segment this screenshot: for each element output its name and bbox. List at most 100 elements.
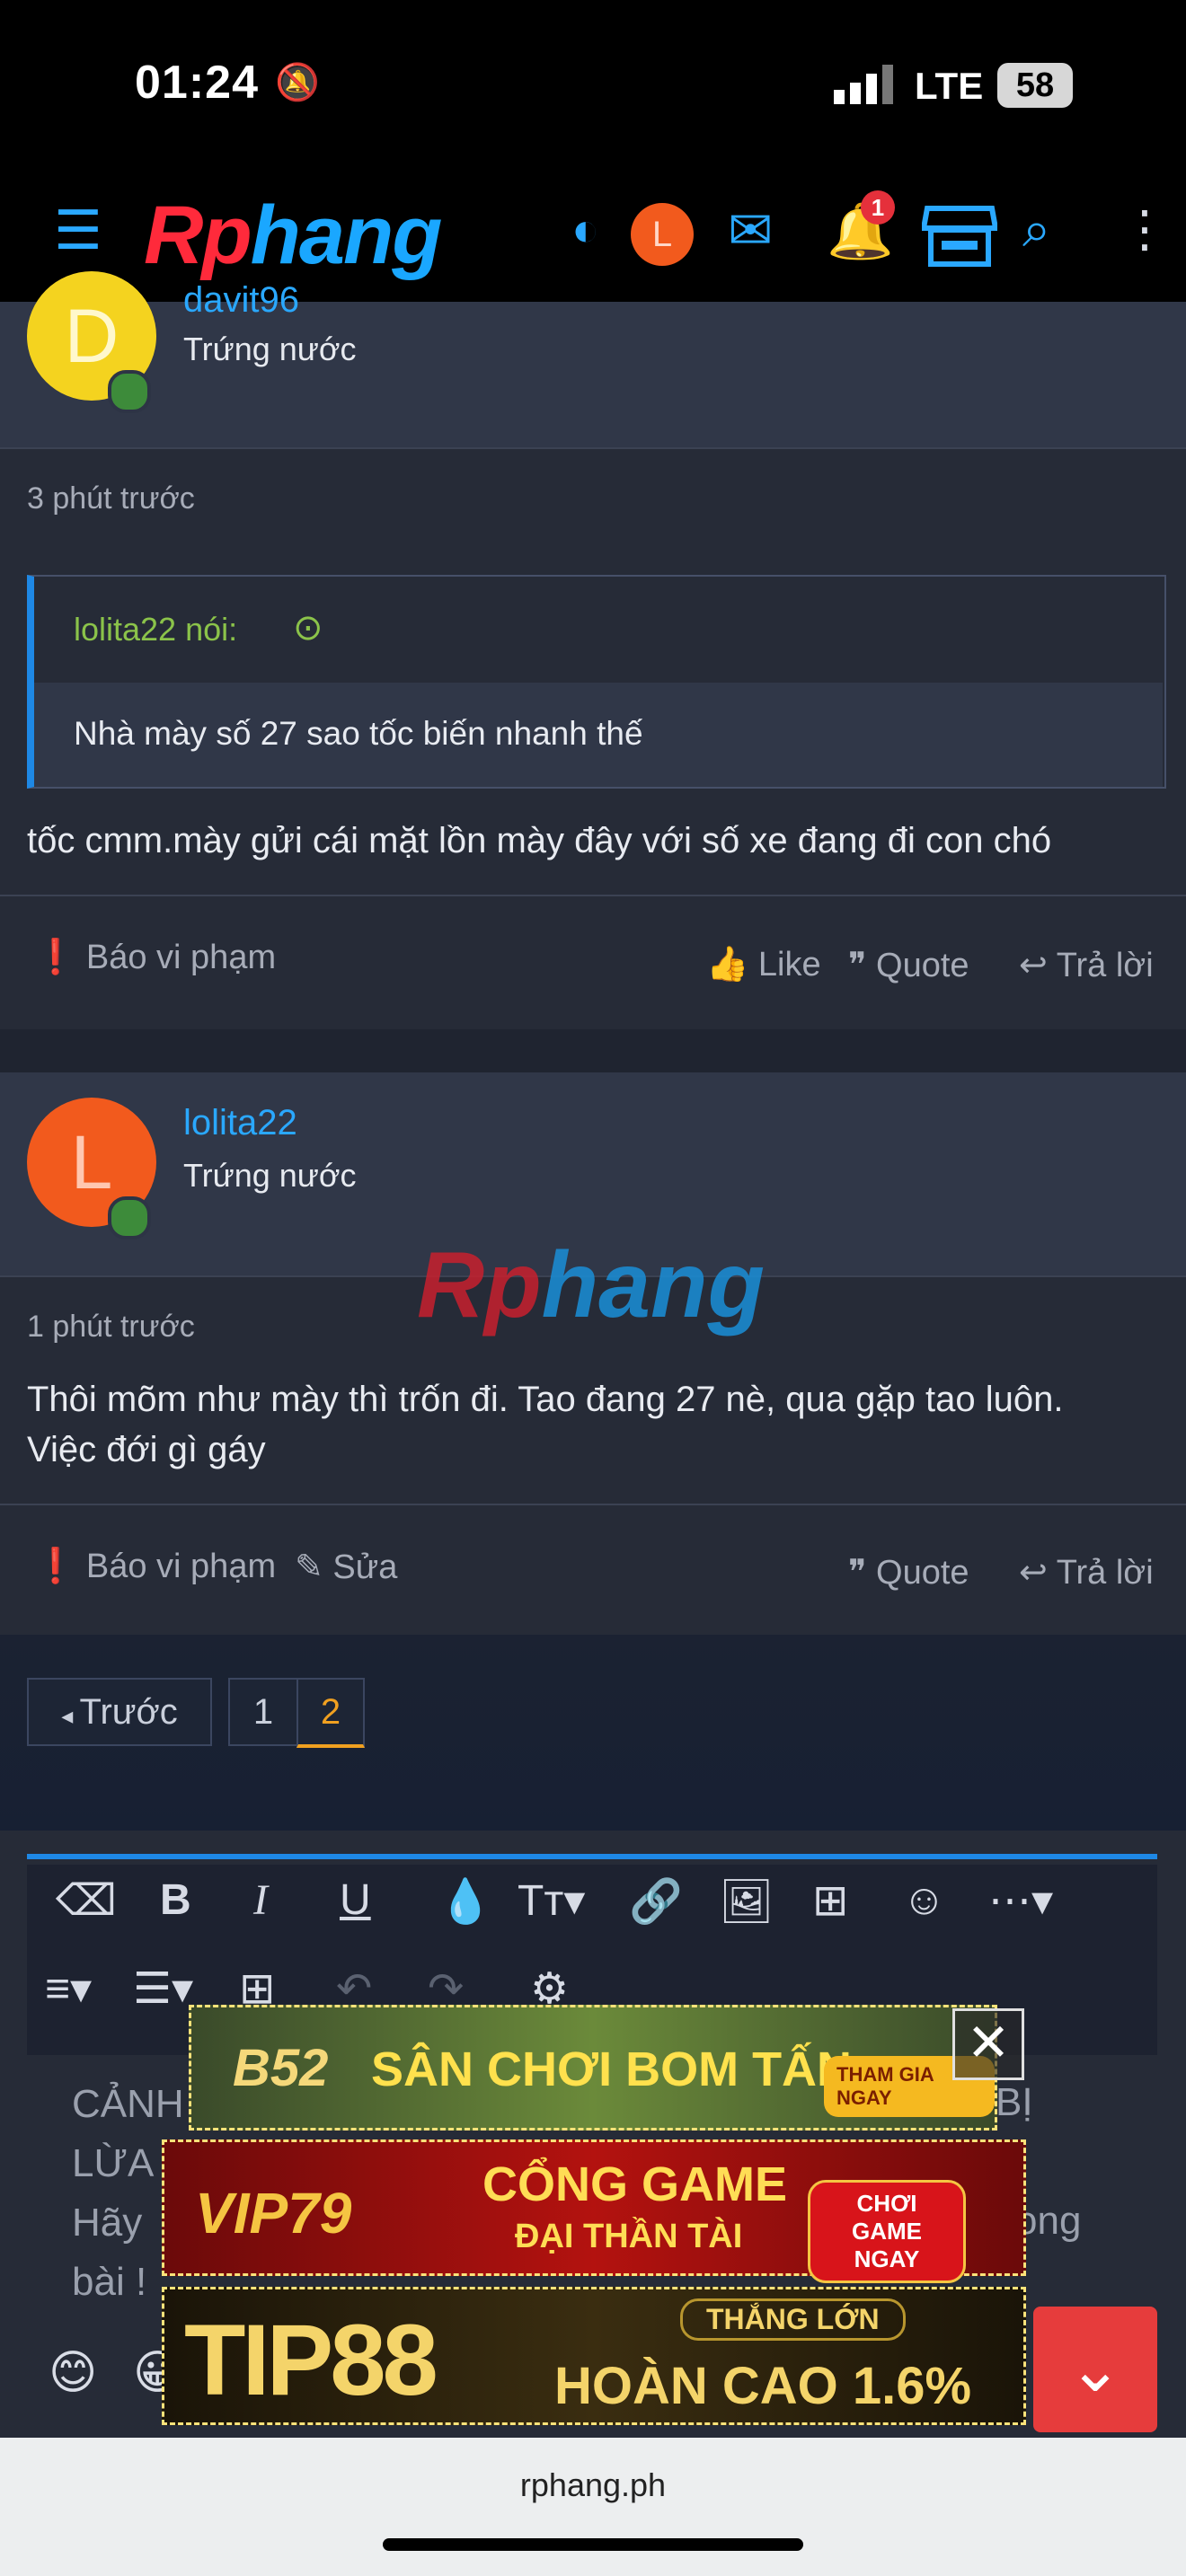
link-icon[interactable]: 🔗 [629, 1875, 683, 1927]
quote-label: Quote [876, 947, 969, 984]
more-vertical-icon[interactable]: ⋮ [1120, 199, 1170, 259]
report-icon: ❗ [34, 939, 86, 976]
ad-banner-tip88[interactable]: TIP88 THẮNG LỚN HOÀN CAO 1.6% [162, 2287, 1026, 2425]
report-button[interactable]: ❗ Báo vi phạm [34, 938, 276, 977]
italic-icon[interactable]: I [253, 1875, 268, 1925]
emoji-icon[interactable]: ☺ [902, 1875, 946, 1925]
pencil-icon: ✎ [295, 1548, 333, 1586]
signal-icon [834, 65, 897, 109]
editor-line: CẢNH [72, 2082, 184, 2126]
reply-icon: ↩ [1019, 947, 1057, 984]
jump-to-quote-icon[interactable]: ⊙ [293, 607, 323, 648]
post-message-line: Thôi mõm như mày thì trốn đi. Tao đang 2… [27, 1380, 1064, 1419]
align-icon[interactable]: ≡▾ [45, 1963, 92, 2014]
page-2-button[interactable]: 2 [296, 1678, 365, 1748]
post-message-line: Việc đới gì gáy [27, 1430, 266, 1469]
report-label: Báo vi phạm [85, 939, 277, 976]
user-rank: Trứng nước [183, 331, 357, 367]
like-label: Like [757, 946, 821, 984]
site-watermark: Rphang [417, 1232, 765, 1339]
ad-tag: THẮNG LỚN [680, 2298, 906, 2341]
logo-part-b: hang [250, 190, 443, 281]
online-status-icon [108, 370, 151, 413]
site-logo[interactable]: Rphang [144, 189, 443, 283]
user-avatar[interactable]: L [631, 203, 694, 266]
post-username[interactable]: davit96 [183, 280, 299, 321]
post-message: tốc cmm.mày gửi cái mặt lồn mày đây với … [27, 821, 1052, 860]
logo-part-a: Rp [144, 190, 252, 281]
prev-label: Trước [79, 1692, 178, 1732]
color-icon[interactable]: 💧 [438, 1875, 492, 1927]
smiley-icon[interactable]: 😊 [49, 2346, 97, 2400]
page-1-button[interactable]: 1 [228, 1678, 298, 1746]
post-username[interactable]: lolita22 [183, 1103, 297, 1143]
bold-icon[interactable]: B [160, 1875, 191, 1925]
quote-author[interactable]: lolita22 nói: [74, 611, 237, 648]
underline-icon[interactable]: U [340, 1875, 371, 1925]
editor-line-end: BỊ [996, 2080, 1033, 2124]
post-timestamp[interactable]: 3 phút trước [27, 481, 195, 516]
reply-label: Trả lời [1056, 947, 1154, 984]
watermark-part-b: hang [541, 1233, 766, 1337]
post-timestamp[interactable]: 1 phút trước [27, 1310, 195, 1345]
like-button[interactable]: 👍 Like [706, 945, 821, 984]
ad-text: ĐẠI THẦN TÀI [515, 2218, 743, 2255]
report-button[interactable]: ❗ Báo vi phạm [34, 1547, 276, 1586]
thumbs-up-icon: 👍 [706, 946, 758, 984]
quote-body: Nhà mày số 27 sao tốc biến nhanh thế [34, 683, 1163, 787]
quote-button[interactable]: ❞ Quote [848, 1552, 969, 1592]
font-size-icon[interactable]: Tт▾ [518, 1875, 585, 1926]
list-icon[interactable]: ☰▾ [133, 1963, 193, 2014]
reply-icon: ↩ [1019, 1554, 1057, 1592]
home-indicator[interactable] [383, 2538, 803, 2551]
divider [0, 447, 1186, 449]
online-status-icon [108, 1196, 151, 1239]
battery-indicator: 58 [997, 63, 1073, 108]
network-type: LTE [915, 65, 984, 107]
reply-button[interactable]: ↩ Trả lời [1019, 1552, 1154, 1592]
report-icon: ❗ [34, 1548, 86, 1585]
search-icon[interactable]: ⌕ [1022, 199, 1050, 260]
ad-button: CHƠI GAME NGAY [808, 2180, 966, 2283]
reply-button[interactable]: ↩ Trả lời [1019, 945, 1154, 985]
url-bar[interactable]: rphang.ph [0, 2466, 1186, 2504]
quote-icon: ❞ [848, 947, 877, 984]
ad-text: SÂN CHƠI BOM TẤN [371, 2042, 853, 2096]
quote-label: Quote [876, 1554, 969, 1592]
ad-text: CỔNG GAME [482, 2157, 788, 2211]
hamburger-menu-icon[interactable]: ☰ [54, 199, 102, 262]
status-time: 01:24 [135, 57, 259, 109]
quote-header: lolita22 nói: ⊙ [34, 577, 1163, 683]
edit-button[interactable]: ✎ Sửa [295, 1547, 397, 1587]
ad-banner-vip79[interactable]: VIP79 CỔNG GAME ĐẠI THẦN TÀI CHƠI GAME N… [162, 2139, 1026, 2283]
divider [0, 895, 1186, 896]
quote-text: Nhà mày số 27 sao tốc biến nhanh thế [74, 715, 643, 752]
ad-logo: TIP88 [184, 2304, 438, 2416]
post-header [0, 302, 1186, 447]
user-rank: Trứng nước [183, 1157, 357, 1194]
chevron-down-icon: ⌄ [1067, 2333, 1123, 2405]
reply-label: Trả lời [1056, 1554, 1154, 1592]
store-icon[interactable] [920, 205, 999, 272]
close-ad-icon[interactable]: ✕ [952, 2008, 1024, 2080]
quote-button[interactable]: ❞ Quote [848, 945, 969, 985]
edit-label: Sửa [332, 1548, 398, 1586]
quote-icon: ❞ [848, 1554, 877, 1592]
video-icon[interactable]: ⊞ [812, 1875, 848, 1926]
prev-page-button[interactable]: ◂ Trước [27, 1678, 212, 1746]
report-label: Báo vi phạm [85, 1548, 277, 1585]
browser-bottom-bar [0, 2438, 1186, 2576]
divider [0, 1504, 1186, 1505]
image-icon[interactable]: 🖼 [719, 1875, 774, 1927]
mail-icon[interactable]: ✉ [728, 199, 773, 262]
ad-banner-b52[interactable]: B52 SÂN CHƠI BOM TẤN THAM GIA NGAY [189, 2005, 997, 2130]
more-options-icon[interactable]: ⋯▾ [988, 1875, 1053, 1926]
ad-logo: VIP79 [195, 2181, 352, 2245]
watermark-part-a: Rp [417, 1233, 542, 1337]
post-separator [0, 1029, 1186, 1072]
theme-toggle-icon[interactable]: ◐ [571, 203, 599, 257]
eraser-icon[interactable]: ⌫ [56, 1875, 117, 1926]
scroll-down-button[interactable]: ⌄ [1033, 2307, 1157, 2432]
chevron-left-icon: ◂ [61, 1702, 80, 1729]
ad-text: HOÀN CAO 1.6% [554, 2357, 972, 2415]
